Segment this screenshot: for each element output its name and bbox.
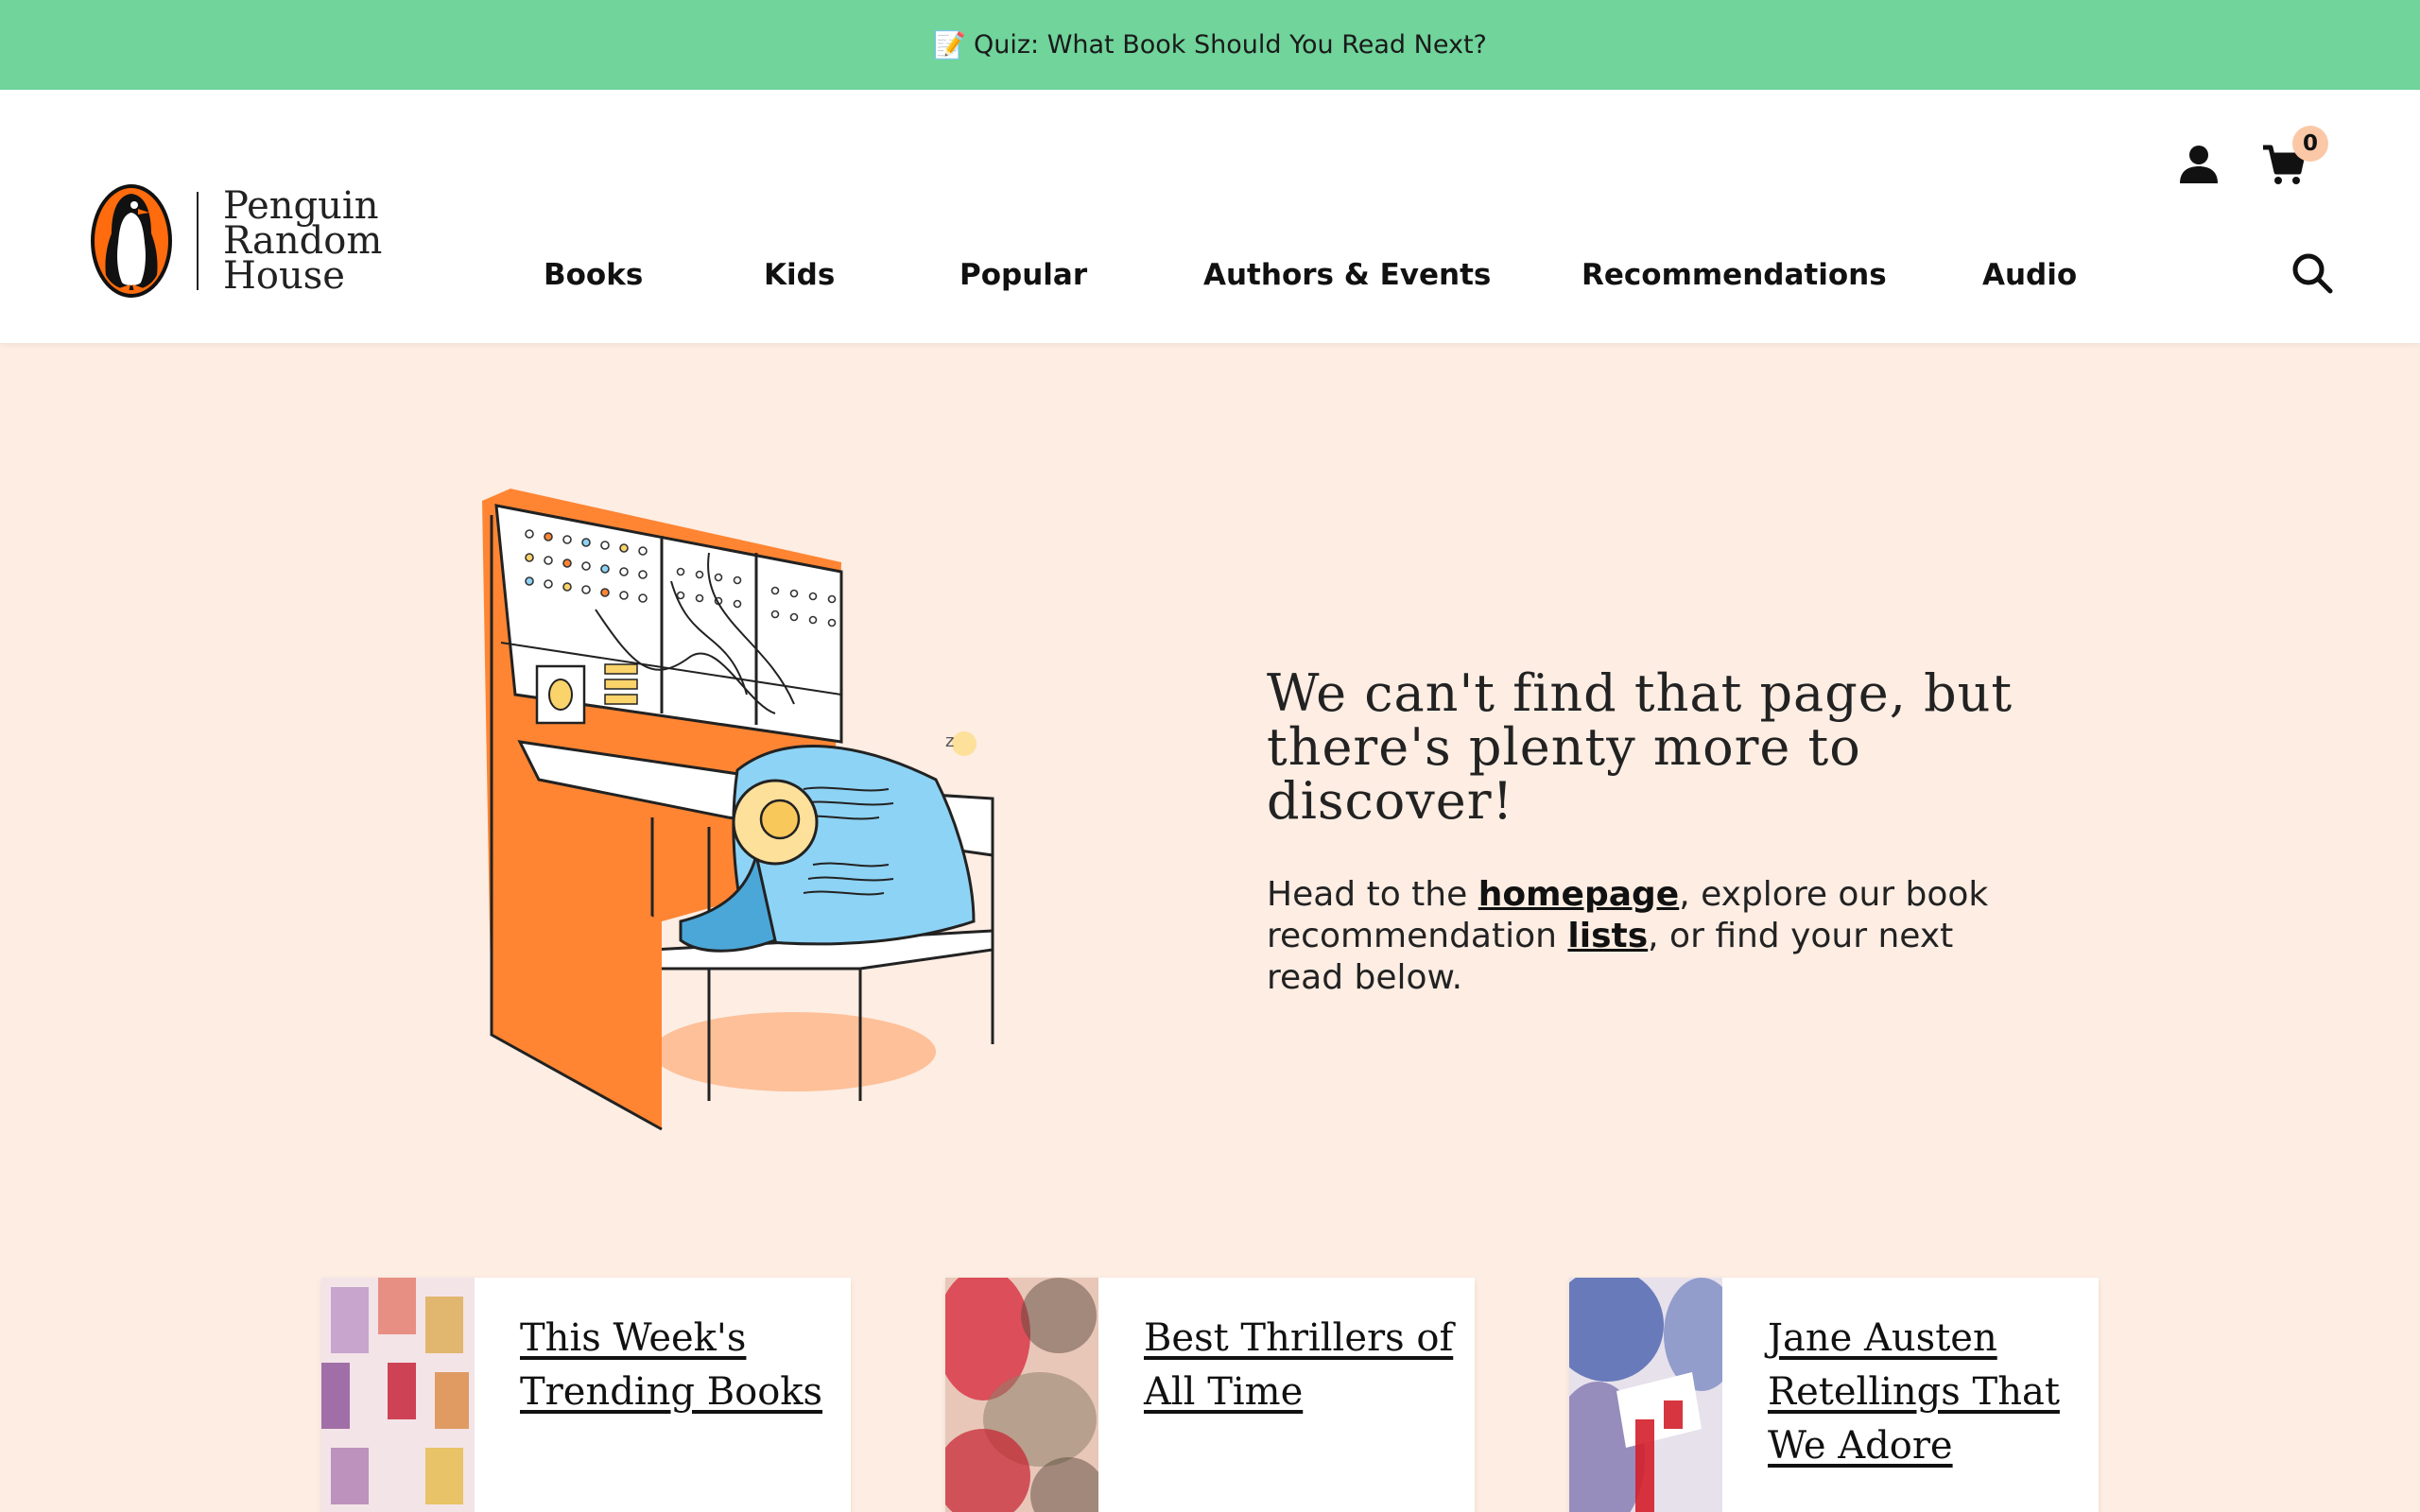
recommendation-cards: This Week's Trending Books Best Thriller… xyxy=(0,1278,2420,1512)
error-headline: We can't find that page, but there's ple… xyxy=(1267,663,2014,831)
nav-kids[interactable]: Kids xyxy=(764,258,835,292)
search-icon[interactable] xyxy=(2291,252,2333,294)
homepage-link[interactable]: homepage xyxy=(1478,875,1680,914)
account-icon[interactable] xyxy=(2176,142,2221,187)
cart-count-badge: 0 xyxy=(2292,126,2328,162)
quiz-banner-text[interactable]: Quiz: What Book Should You Read Next? xyxy=(974,30,1487,60)
card-thumbnail xyxy=(945,1278,1098,1512)
card-title[interactable]: This Week's Trending Books xyxy=(520,1312,841,1419)
main-nav: Books Kids Popular Authors & Events Reco… xyxy=(0,258,2420,305)
computer-illustration: z xyxy=(482,489,994,1131)
site-header: Penguin Random House Books Kids Popular … xyxy=(0,90,2420,343)
lists-link[interactable]: lists xyxy=(1567,917,1648,955)
card-trending-books[interactable]: This Week's Trending Books xyxy=(321,1278,851,1512)
nav-authors-events[interactable]: Authors & Events xyxy=(1203,258,1491,292)
nav-popular[interactable]: Popular xyxy=(959,258,1087,292)
memo-icon: 📝 xyxy=(933,29,966,60)
nav-recommendations[interactable]: Recommendations xyxy=(1582,258,1887,292)
nav-books[interactable]: Books xyxy=(544,258,643,292)
error-subtext: Head to the homepage, explore our book r… xyxy=(1267,875,1989,997)
card-jane-austen-retellings[interactable]: Jane Austen Retellings That We Adore xyxy=(1569,1278,2099,1512)
card-title[interactable]: Best Thrillers of All Time xyxy=(1144,1312,1465,1419)
card-thumbnail xyxy=(321,1278,475,1512)
nav-audio[interactable]: Audio xyxy=(1982,258,2077,292)
svg-text:z: z xyxy=(945,731,954,751)
card-title[interactable]: Jane Austen Retellings That We Adore xyxy=(1768,1312,2089,1473)
card-best-thrillers[interactable]: Best Thrillers of All Time xyxy=(945,1278,1475,1512)
card-thumbnail xyxy=(1569,1278,1722,1512)
quiz-banner[interactable]: 📝 Quiz: What Book Should You Read Next? xyxy=(0,0,2420,90)
